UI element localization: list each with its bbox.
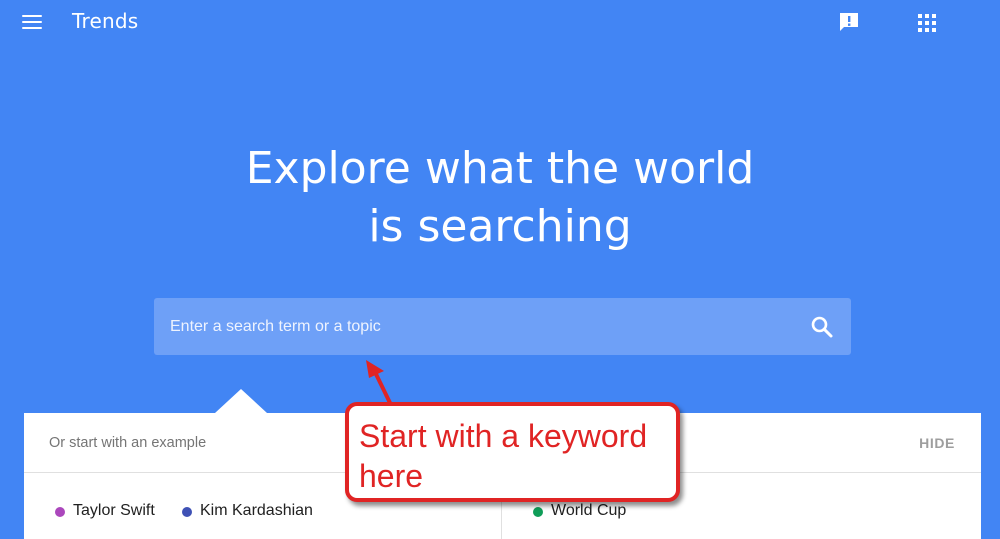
search-box	[154, 298, 851, 355]
annotation-text: Start with a keyword here	[359, 416, 675, 496]
series-dot-icon	[182, 507, 192, 517]
example-chip-taylor-swift[interactable]: Taylor Swift	[55, 502, 165, 522]
search-input[interactable]	[154, 298, 774, 355]
example-label: Taylor Swift	[73, 502, 155, 519]
example-chip-world-cup[interactable]: World Cup	[533, 502, 633, 522]
series-dot-icon	[533, 507, 543, 517]
annotation-line-2: here	[359, 458, 424, 494]
examples-heading: Or start with an example	[49, 435, 207, 451]
apps-grid-icon[interactable]	[914, 10, 940, 36]
example-label: World Cup	[551, 502, 627, 519]
annotation-line-1: Start with a keyword	[359, 418, 648, 454]
hero-title-line-1: Explore what the world	[245, 143, 755, 194]
example-label: Kim Kardashian	[200, 502, 313, 519]
hamburger-menu-icon[interactable]	[20, 12, 44, 32]
app-title: Trends	[72, 9, 139, 33]
example-chip-kim-kardashian[interactable]: Kim Kardashian	[182, 502, 322, 522]
series-dot-icon	[55, 507, 65, 517]
hero-title-line-2: is searching	[368, 201, 632, 252]
hero-title: Explore what the world is searching	[150, 140, 850, 256]
hide-button[interactable]: HIDE	[919, 435, 955, 451]
annotation-callout: Start with a keyword here	[345, 402, 680, 502]
search-icon[interactable]	[809, 314, 835, 340]
feedback-icon[interactable]	[837, 10, 861, 34]
top-app-bar: Trends	[0, 0, 1000, 44]
card-notch	[215, 389, 267, 413]
